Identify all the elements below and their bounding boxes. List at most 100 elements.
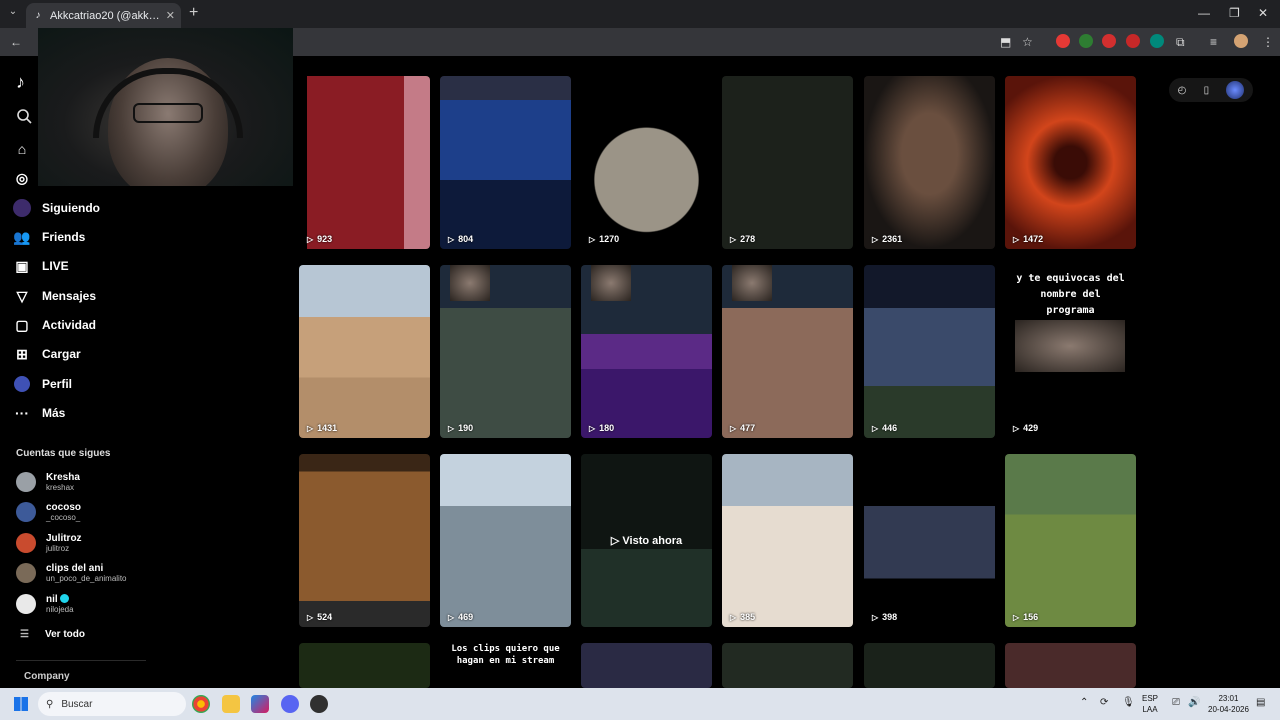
account-item-nil[interactable]: nil nilojeda	[16, 589, 216, 619]
list-icon: ☰	[20, 629, 29, 640]
account-item-clips-del-ani[interactable]: clips del ani un_poco_de_animalito	[16, 558, 216, 588]
taskbar-search[interactable]: ⚲ Buscar	[38, 692, 186, 716]
microphone-icon[interactable]: 🎙	[1122, 697, 1135, 708]
tray-overflow-icon[interactable]: ⌃	[1080, 697, 1088, 708]
clock-icon[interactable]: ◴	[1178, 85, 1187, 96]
watched-now-label: ▷ Visto ahora	[610, 535, 683, 547]
nav-activity-label: Actividad	[42, 318, 97, 332]
video-card[interactable]: ▷ 1270	[581, 76, 712, 249]
ai-orb-icon[interactable]	[1226, 81, 1245, 99]
system-clock[interactable]: 23:01 20-04-2026	[1208, 693, 1249, 715]
view-count: ▷ 804	[448, 234, 474, 244]
tab-close-icon[interactable]: ✕	[166, 9, 175, 22]
extension-teal-icon[interactable]	[1150, 34, 1164, 48]
video-card[interactable]: ▷ 385	[722, 454, 853, 627]
nav-explore[interactable]: ◎	[12, 166, 212, 190]
extension-translate-icon[interactable]	[1126, 34, 1140, 48]
video-card-watched[interactable]: ▷ Visto ahora	[581, 454, 712, 627]
video-card[interactable]: ▷ 469	[440, 454, 571, 627]
video-card[interactable]	[581, 643, 712, 688]
search-icon[interactable]	[16, 108, 32, 124]
video-card[interactable]: ▷ 180	[581, 265, 712, 438]
extension-adblock-icon[interactable]	[1102, 34, 1116, 48]
tab-search-icon[interactable]: ⌄	[6, 6, 20, 20]
video-card[interactable]	[722, 643, 853, 688]
streamer-cam-thumb	[450, 265, 490, 301]
video-card[interactable]: ▷ 923	[299, 76, 430, 249]
nav-activity[interactable]: ▢ Actividad	[12, 313, 212, 337]
account-item-kresha[interactable]: Kresha kreshax	[16, 467, 216, 497]
extension-grammarly-icon[interactable]	[1079, 34, 1093, 48]
browser-tab[interactable]: ♪ Akkcatriao20 (@akkcatriao20) | ✕	[26, 3, 181, 28]
nav-more[interactable]: ··· Más	[12, 401, 212, 425]
nav-messages[interactable]: ▽ Mensajes	[12, 284, 212, 308]
video-card[interactable]: ▷ 446	[864, 265, 995, 438]
account-item-julitroz[interactable]: Julitroz julitroz	[16, 528, 216, 558]
language-indicator[interactable]: ESP LAA	[1142, 693, 1158, 715]
close-window-button[interactable]: ✕	[1258, 6, 1268, 20]
video-card[interactable]	[1005, 643, 1136, 688]
phone-icon[interactable]: ▯	[1204, 85, 1210, 96]
streamer-cam-thumb	[1015, 320, 1125, 372]
windows-start-icon[interactable]	[14, 697, 28, 711]
play-icon: ▷	[1013, 612, 1020, 622]
sidebar-divider	[16, 660, 146, 661]
video-card[interactable]: ▷ 804	[440, 76, 571, 249]
view-count: ▷ 190	[448, 423, 474, 433]
windows-taskbar: ⚲ Buscar ⌃ ⟳ 🎙 ESP LAA ⎚ 🔊 23:01 20-04-202…	[0, 688, 1280, 720]
video-card[interactable]: ▷ 524	[299, 454, 430, 627]
video-card[interactable]: ▷ 190	[440, 265, 571, 438]
company-link[interactable]: Company	[24, 671, 70, 682]
nav-profile[interactable]: Perfil	[12, 372, 212, 396]
nav-friends[interactable]: 👥 Friends	[12, 225, 212, 249]
play-icon: ▷	[1013, 234, 1020, 244]
obs-icon[interactable]	[310, 695, 328, 713]
chrome-taskbar-icon[interactable]	[192, 695, 210, 713]
avatar	[16, 594, 36, 614]
new-tab-button[interactable]: +	[189, 4, 198, 22]
play-icon: ▷	[589, 423, 596, 433]
sync-icon[interactable]: ⟳	[1100, 697, 1108, 708]
volume-icon[interactable]: 🔊	[1188, 697, 1200, 708]
nav-upload[interactable]: ⊞ Cargar	[12, 342, 212, 366]
play-icon: ▷	[307, 423, 314, 433]
nav-upload-label: Cargar	[42, 347, 81, 361]
extension-red-icon[interactable]	[1056, 34, 1070, 48]
see-all-link[interactable]: ☰ Ver todo	[20, 629, 85, 640]
back-icon[interactable]: ←	[10, 34, 22, 50]
reading-list-icon[interactable]: ≡	[1210, 34, 1217, 50]
account-name: clips del ani	[46, 562, 104, 574]
account-item-cocoso[interactable]: cocoso _cocoso_	[16, 497, 216, 527]
video-card[interactable]: ▷ 156	[1005, 454, 1136, 627]
notifications-icon[interactable]: ▤	[1256, 697, 1265, 708]
video-card[interactable]: ▷ 398	[864, 454, 995, 627]
extensions-icon[interactable]: ⧉	[1176, 34, 1185, 50]
glasses	[133, 103, 203, 123]
video-card[interactable]	[299, 643, 430, 688]
play-icon: ▷	[307, 234, 314, 244]
nav-live[interactable]: ▣ LIVE	[12, 254, 212, 278]
video-card[interactable]: ▷ 1431	[299, 265, 430, 438]
video-card[interactable]: y te equivocas del nombre del programa ▷…	[1005, 265, 1136, 438]
minimize-button[interactable]: —	[1198, 6, 1210, 20]
file-explorer-icon[interactable]	[222, 695, 240, 713]
video-card[interactable]	[864, 643, 995, 688]
copilot-icon[interactable]	[251, 695, 269, 713]
profile-icon	[12, 374, 32, 394]
tiktok-logo-icon[interactable]: ♪	[16, 72, 25, 93]
discord-icon[interactable]	[281, 695, 299, 713]
video-card[interactable]: ▷ 1472	[1005, 76, 1136, 249]
nav-home[interactable]: ⌂	[12, 137, 212, 161]
profile-avatar-icon[interactable]	[1234, 34, 1248, 48]
network-icon[interactable]: ⎚	[1172, 697, 1180, 708]
video-card[interactable]: ▷ 2361	[864, 76, 995, 249]
video-card[interactable]: ▷ 278	[722, 76, 853, 249]
bookmark-star-icon[interactable]: ☆	[1022, 34, 1033, 50]
install-app-icon[interactable]: ⬒	[1000, 34, 1011, 50]
video-card[interactable]: ▷ 477	[722, 265, 853, 438]
maximize-button[interactable]: ❐	[1229, 6, 1240, 20]
chrome-menu-icon[interactable]: ⋮	[1262, 34, 1274, 50]
nav-following[interactable]: Siguiendo	[12, 196, 212, 220]
video-card[interactable]: Los clips quiero que hagan en mi stream	[440, 643, 571, 688]
streamer-cam-thumb	[591, 265, 631, 301]
